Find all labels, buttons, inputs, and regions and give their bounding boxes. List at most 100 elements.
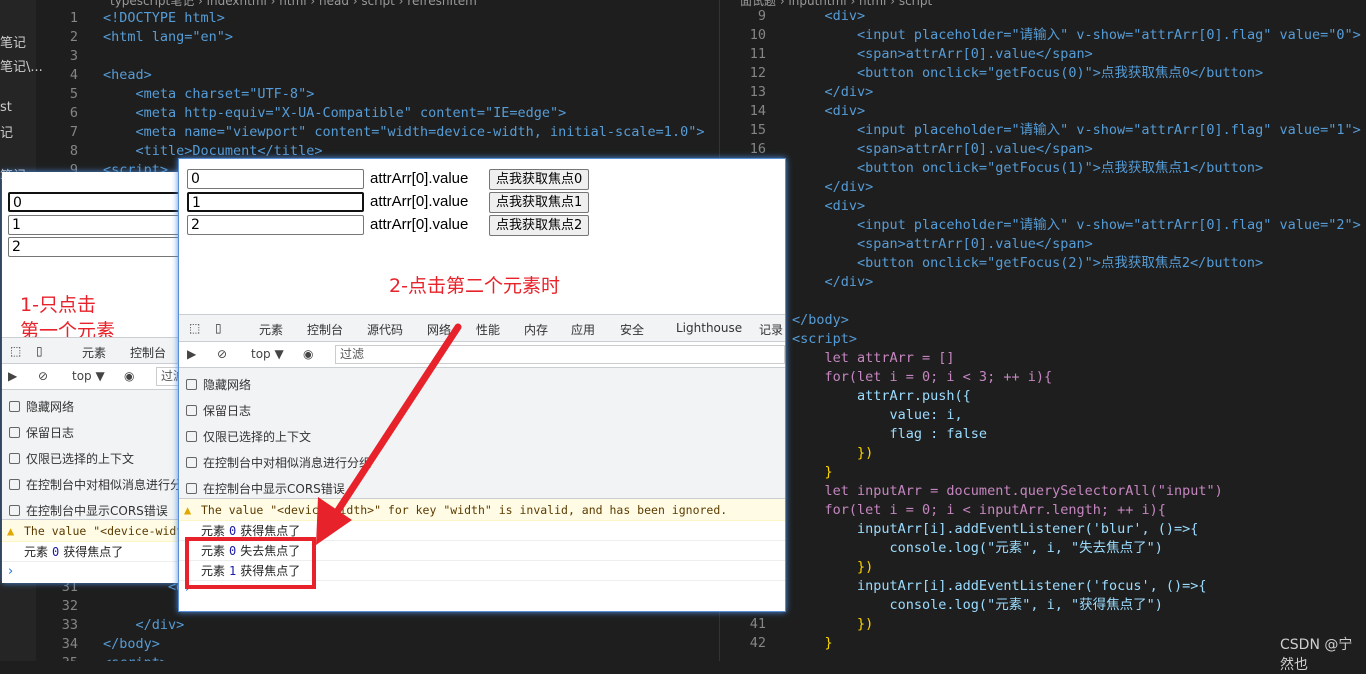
checkbox-icon[interactable] (186, 457, 197, 468)
checkbox-icon[interactable] (9, 479, 20, 490)
code-line[interactable]: let attrArr = [] (792, 349, 955, 368)
clear-console-icon[interactable]: ⊘ (38, 369, 48, 383)
code-line[interactable]: } (792, 634, 833, 653)
code-line[interactable]: </div> (103, 616, 185, 635)
code-line[interactable]: <span>attrArr[0].value</span> (792, 235, 1093, 254)
context-select[interactable]: top ▼ (251, 347, 284, 361)
settings-checkbox[interactable]: 在控制台中对相似消息进行分组 (9, 476, 194, 493)
code-line[interactable]: }) (792, 444, 873, 463)
code-line[interactable]: <button onclick="getFocus(0)">点我获取焦点0</b… (792, 64, 1263, 83)
filter-input[interactable]: 过滤 (335, 345, 785, 364)
explorer-item[interactable]: 笔记\... (0, 56, 43, 75)
code-line[interactable]: let inputArr = document.querySelectorAll… (792, 482, 1223, 501)
inspect-icon[interactable]: ⬚ (189, 321, 200, 335)
input-1[interactable]: 1 (187, 192, 364, 212)
code-line[interactable]: <div> (792, 102, 866, 121)
settings-checkbox[interactable]: 保留日志 (9, 424, 74, 441)
tab-8[interactable]: Lighthouse (676, 321, 742, 335)
code-line[interactable]: <meta name="viewport" content="width=dev… (103, 123, 705, 142)
settings-checkbox[interactable]: 隐藏网络 (9, 398, 74, 415)
settings-checkbox[interactable]: 在控制台中显示CORS错误 (186, 480, 345, 497)
code-line[interactable]: value: i, (792, 406, 963, 425)
get-focus-button-2[interactable]: 点我获取焦点2 (489, 215, 590, 236)
inspect-icon[interactable]: ⬚ (10, 344, 21, 358)
checkbox-icon[interactable] (9, 505, 20, 516)
code-line[interactable]: <div> (792, 197, 866, 216)
eye-icon[interactable]: ◉ (124, 369, 134, 383)
code-line[interactable]: <span>attrArr[0].value</span> (792, 45, 1093, 64)
checkbox-icon[interactable] (186, 483, 197, 494)
code-line[interactable]: <html lang="en"> (103, 28, 233, 47)
code-line[interactable]: }) (792, 615, 873, 634)
checkbox-icon[interactable] (9, 453, 20, 464)
tab-1[interactable]: 控制台 (307, 321, 344, 344)
code-line[interactable]: <script> (103, 654, 168, 661)
settings-checkbox[interactable]: 保留日志 (186, 402, 251, 419)
code-line[interactable]: <meta charset="UTF-8"> (103, 85, 315, 104)
settings-checkbox[interactable]: 隐藏网络 (186, 376, 251, 393)
device-toolbar-icon[interactable]: ▯ (36, 344, 43, 358)
code-line[interactable]: </body> (103, 635, 160, 654)
code-line[interactable]: <div> (792, 7, 866, 26)
checkbox-icon[interactable] (186, 431, 197, 442)
code-line[interactable]: </div> (792, 178, 874, 197)
code-line[interactable]: console.log("元素", i, "获得焦点了") (792, 596, 1163, 615)
code-line[interactable]: <button onclick="getFocus(2)">点我获取焦点2</b… (792, 254, 1263, 273)
console-prompt[interactable]: › (8, 564, 13, 579)
code-line[interactable]: </div> (792, 83, 874, 102)
get-focus-button-0[interactable]: 点我获取焦点0 (489, 169, 590, 190)
code-line[interactable]: attrArr.push({ (792, 387, 971, 406)
code-line[interactable]: <script> (792, 330, 857, 349)
code-line[interactable]: <meta http-equiv="X-UA-Compatible" conte… (103, 104, 567, 123)
settings-checkbox[interactable]: 在控制台中显示CORS错误 (9, 502, 168, 519)
tab-9[interactable]: 记录 (759, 321, 783, 338)
tab-7[interactable]: 安全 (620, 321, 644, 338)
right-code-editor[interactable]: 面试题 › inputhtml › html › script 9 <div> 1… (720, 0, 1366, 661)
code-line[interactable]: </div> (792, 273, 874, 292)
code-line[interactable]: <input placeholder="请输入" v-show="attrArr… (792, 216, 1361, 235)
explorer-item[interactable]: 记 (0, 122, 13, 141)
clear-console-icon[interactable]: ⊘ (217, 347, 227, 361)
code-line[interactable]: inputArr[i].addEventListener('focus', ()… (792, 577, 1207, 596)
get-focus-button-1[interactable]: 点我获取焦点1 (489, 192, 590, 213)
code-line[interactable]: <span>attrArr[0].value</span> (792, 140, 1093, 159)
settings-checkbox[interactable]: 仅限已选择的上下文 (186, 428, 311, 445)
tab-5[interactable]: 内存 (524, 321, 548, 338)
code-line[interactable]: </body> (792, 311, 849, 330)
tab-4[interactable]: 性能 (476, 321, 500, 338)
code-line[interactable]: <head> (103, 66, 152, 85)
code-line[interactable]: for(let i = 0; i < 3; ++ i){ (792, 368, 1053, 387)
eye-icon[interactable]: ◉ (303, 347, 313, 361)
tab-6[interactable]: 应用 (571, 321, 595, 338)
explorer-item[interactable]: st (0, 100, 12, 115)
input-2[interactable]: 2 (187, 215, 364, 235)
log-prefix: 元素 (24, 545, 49, 559)
settings-checkbox[interactable]: 仅限已选择的上下文 (9, 450, 134, 467)
tab-3[interactable]: 网络 (427, 321, 451, 338)
settings-checkbox[interactable]: 在控制台中对相似消息进行分组 (186, 454, 371, 471)
code-line[interactable]: <input placeholder="请输入" v-show="attrArr… (792, 121, 1361, 140)
sidebar-toggle-icon[interactable]: ▶ (187, 347, 196, 361)
checkbox-icon[interactable] (9, 427, 20, 438)
tab-0[interactable]: 元素 (259, 321, 283, 338)
annotation-note: 2-点击第二个元素时 (389, 275, 560, 297)
code-line[interactable]: inputArr[i].addEventListener('blur', ()=… (792, 520, 1198, 539)
checkbox-icon[interactable] (186, 379, 197, 390)
tab-elements[interactable]: 元素 (82, 344, 106, 361)
code-line[interactable]: <input placeholder="请输入" v-show="attrArr… (792, 26, 1361, 45)
code-line[interactable]: console.log("元素", i, "失去焦点了") (792, 539, 1163, 558)
code-line[interactable]: flag : false (792, 425, 988, 444)
device-toolbar-icon[interactable]: ▯ (215, 321, 222, 335)
checkbox-icon[interactable] (186, 405, 197, 416)
code-line[interactable]: <button onclick="getFocus(1)">点我获取焦点1</b… (792, 159, 1263, 178)
checkbox-icon[interactable] (9, 401, 20, 412)
code-line[interactable]: <!DOCTYPE html> (103, 9, 225, 28)
tab-2[interactable]: 源代码 (367, 321, 403, 338)
code-line[interactable]: } (792, 463, 833, 482)
code-line[interactable]: }) (792, 558, 873, 577)
context-select[interactable]: top ▼ (72, 369, 105, 383)
explorer-item[interactable]: 笔记 (0, 32, 26, 51)
sidebar-toggle-icon[interactable]: ▶ (8, 369, 17, 383)
code-line[interactable]: for(let i = 0; i < inputArr.length; ++ i… (792, 501, 1166, 520)
input-0[interactable]: 0 (187, 169, 364, 189)
